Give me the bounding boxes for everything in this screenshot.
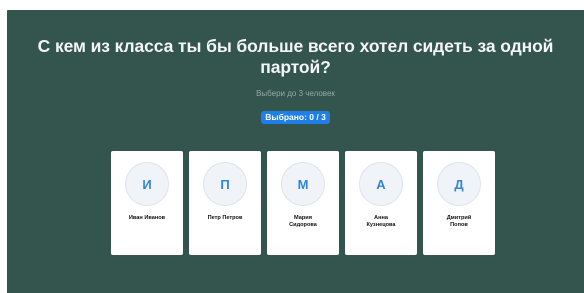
classmate-name: Анна Кузнецова xyxy=(366,215,396,228)
avatar: П xyxy=(203,162,247,206)
classmate-name: Дмитрий Попов xyxy=(446,215,472,228)
classmate-name: Петр Петров xyxy=(207,215,243,221)
classmate-card[interactable]: Д Дмитрий Попов xyxy=(423,151,495,255)
avatar: М xyxy=(281,162,325,206)
classmate-name: Иван Иванов xyxy=(128,215,166,221)
avatar: Д xyxy=(437,162,481,206)
avatar: И xyxy=(125,162,169,206)
classmate-card[interactable]: И Иван Иванов xyxy=(111,151,183,255)
selection-counter-badge: Выбрано: 0 / 3 xyxy=(261,111,330,124)
selection-hint: Выбери до 3 человек xyxy=(256,89,335,98)
question-title: С кем из класса ты бы больше всего хотел… xyxy=(37,36,554,77)
classmate-card[interactable]: П Петр Петров xyxy=(189,151,261,255)
classmate-card[interactable]: М Мария Сидорова xyxy=(267,151,339,255)
avatar: А xyxy=(359,162,403,206)
classmate-card[interactable]: А Анна Кузнецова xyxy=(345,151,417,255)
survey-panel: С кем из класса ты бы больше всего хотел… xyxy=(7,10,584,293)
classmate-name: Мария Сидорова xyxy=(289,215,317,228)
selection-counter-wrap: Выбрано: 0 / 3 xyxy=(7,107,584,125)
